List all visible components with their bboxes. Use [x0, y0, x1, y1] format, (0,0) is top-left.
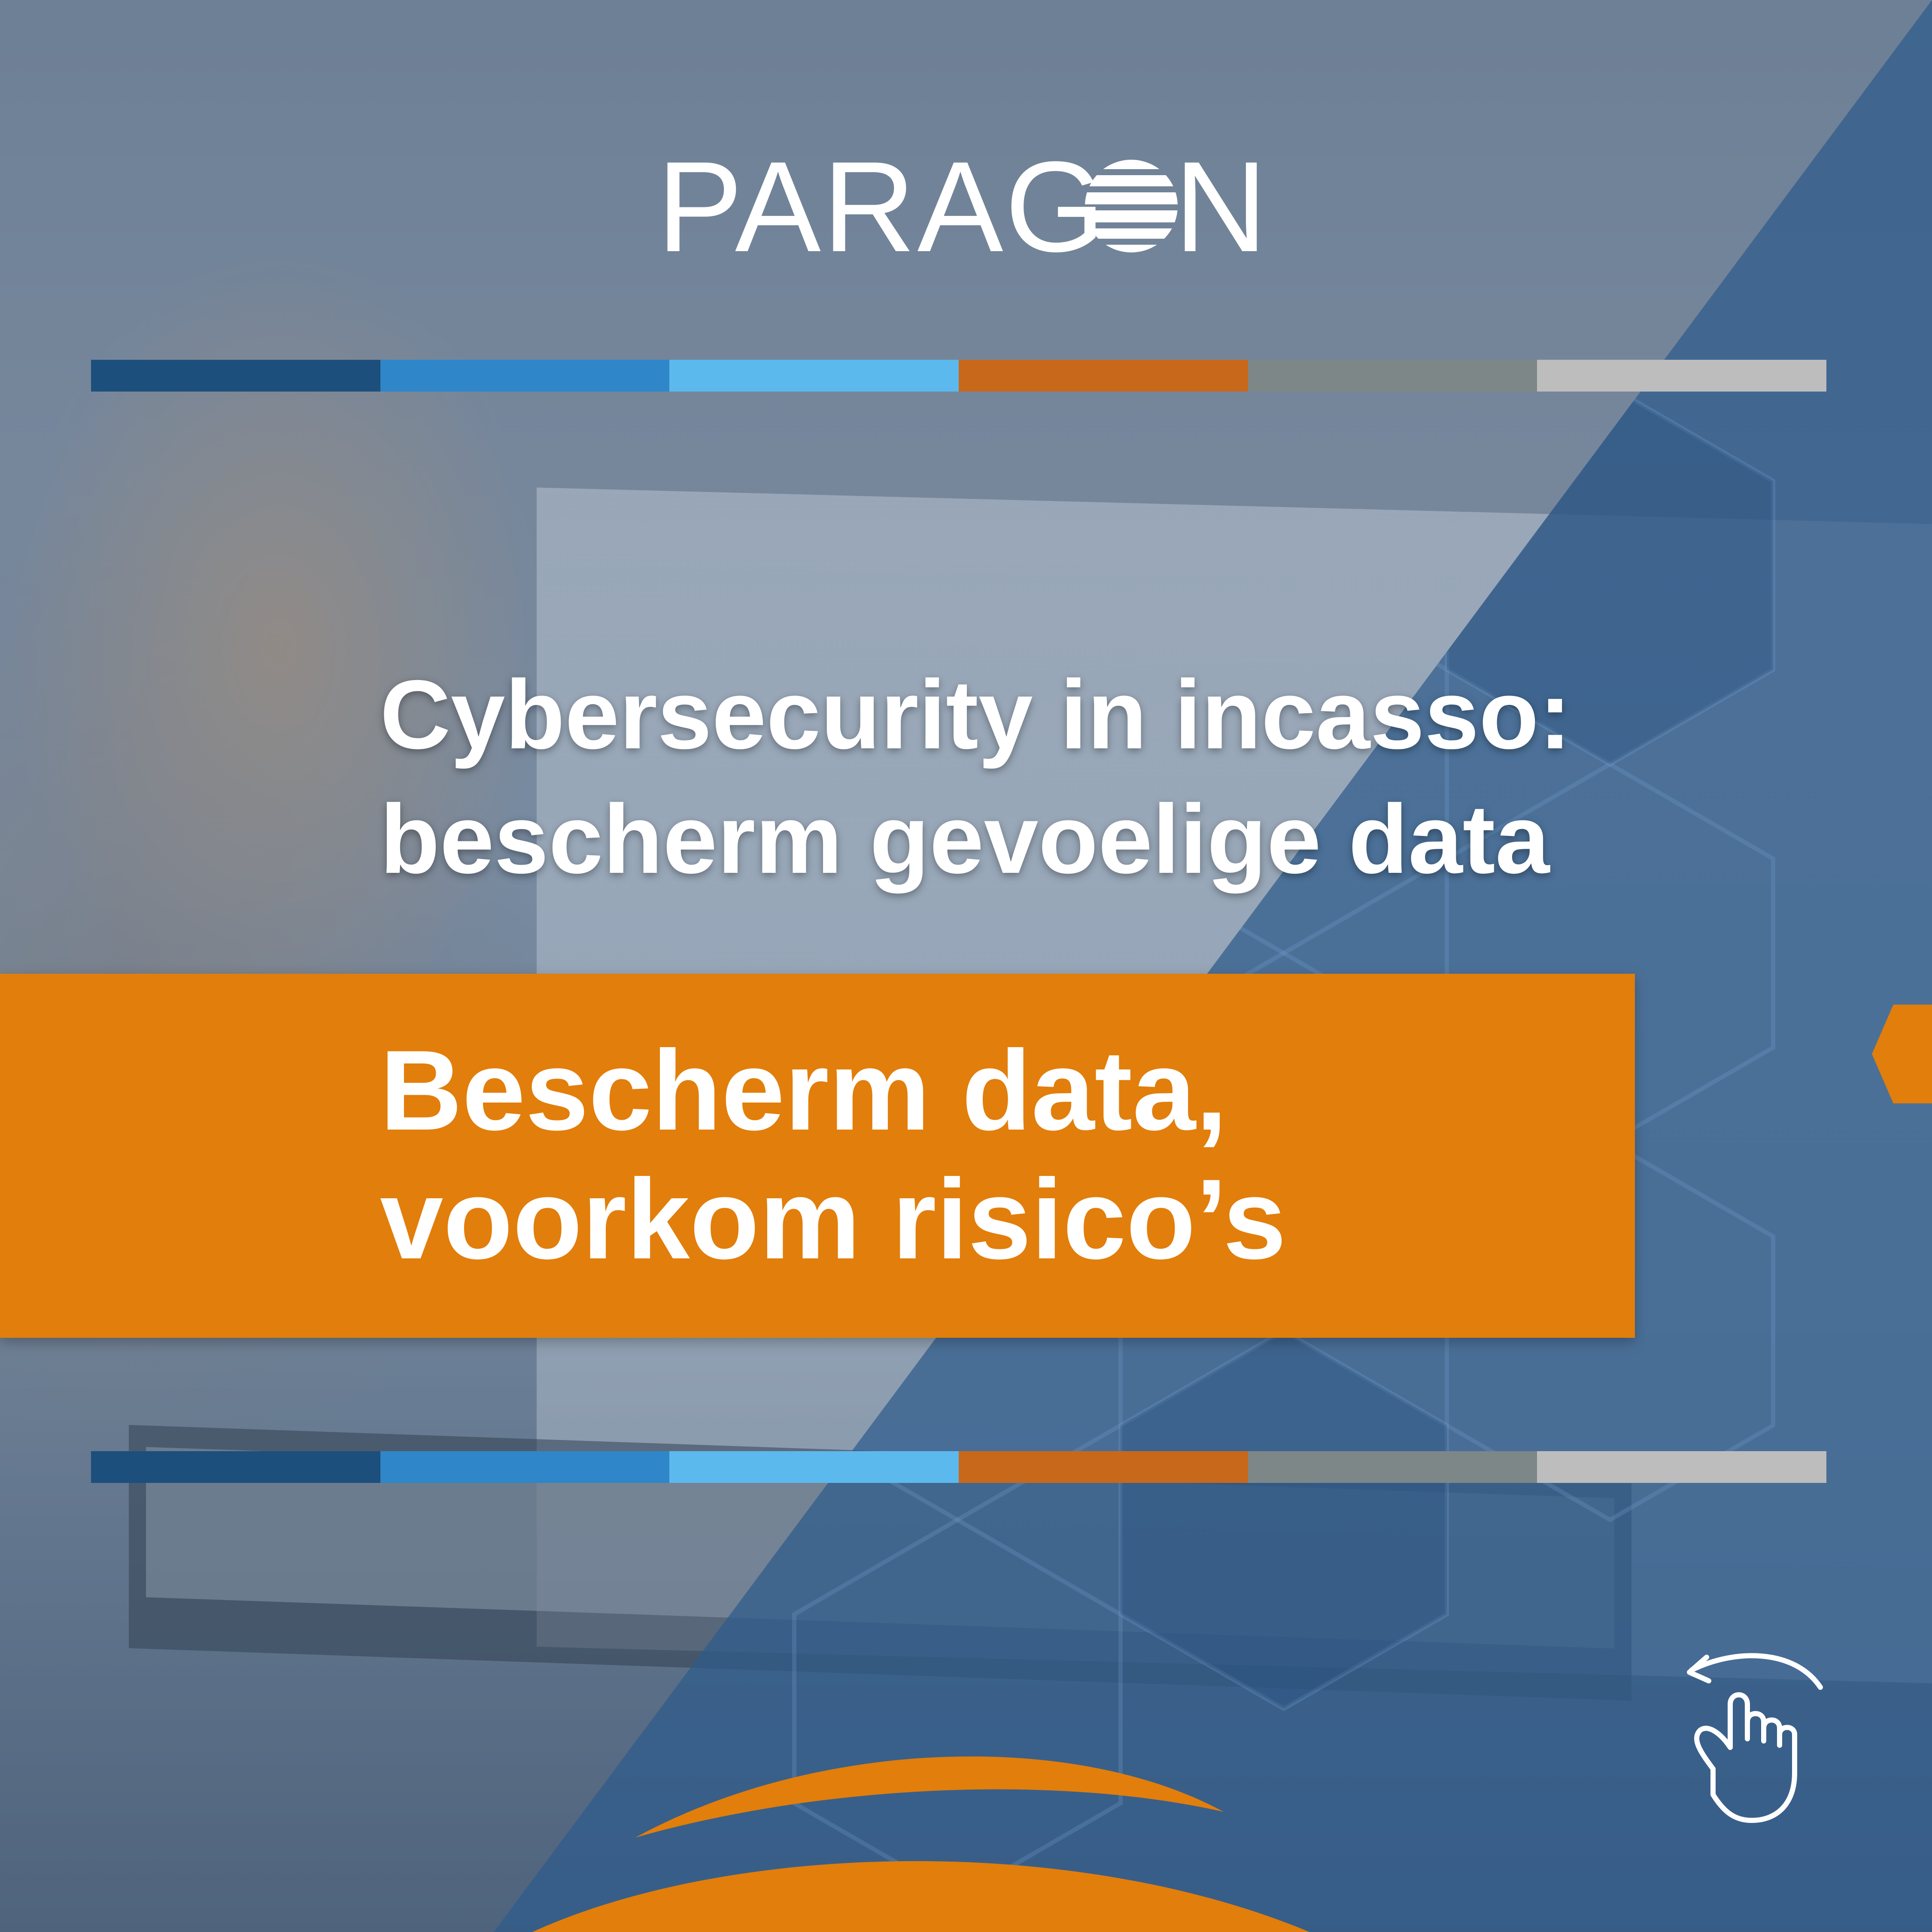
stripe-segment	[959, 1451, 1248, 1483]
banner-text: Bescherm data, voorkom risico’s	[380, 1026, 1286, 1284]
stripe-segment	[669, 1451, 959, 1483]
stripe-segment	[380, 1451, 670, 1483]
stripe-segment	[959, 360, 1248, 392]
bottom-orange-swoosh	[532, 1756, 1309, 1932]
social-post-canvas: PARAG N PARAGON Cybersec	[0, 0, 1932, 1932]
stripe-segment	[1248, 360, 1537, 392]
banner-line-1: Bescherm data,	[380, 1027, 1227, 1154]
headline-line-2: bescherm gevoelige data	[380, 785, 1550, 894]
headline-line-1: Cybersecurity in incasso:	[380, 660, 1572, 769]
paragon-logo: PARAG N PARAGON	[657, 142, 1275, 270]
stripe-segment	[380, 360, 670, 392]
stripe-segment	[91, 360, 380, 392]
stripe-segment	[1537, 1451, 1827, 1483]
stripe-segment	[1537, 360, 1827, 392]
banner-line-2: voorkom risico’s	[380, 1156, 1286, 1283]
stripe-segment	[669, 360, 959, 392]
logo-text-part2: N	[1174, 142, 1267, 270]
paragon-logo-wordmark: PARAG N	[657, 142, 1267, 270]
swipe-hand-icon[interactable]	[1666, 1631, 1846, 1838]
logo-text-part1: PARAG	[657, 142, 1107, 270]
color-stripe-bottom	[91, 1451, 1827, 1483]
color-stripe-top	[91, 360, 1827, 392]
headline: Cybersecurity in incasso: bescherm gevoe…	[380, 653, 1797, 902]
stripe-segment	[91, 1451, 380, 1483]
stripe-segment	[1248, 1451, 1537, 1483]
